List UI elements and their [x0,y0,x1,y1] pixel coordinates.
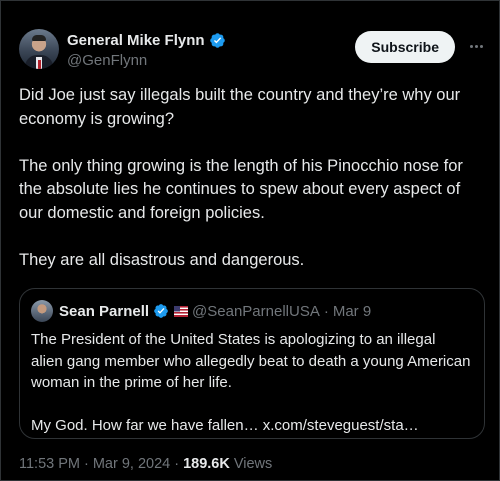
tweet-time[interactable]: 11:53 PM [19,456,80,472]
quoted-tweet-paragraph: My God. How far we have fallen… x.com/st… [31,417,419,434]
quoted-tweet-date: Mar 9 [332,302,372,320]
separator-dot: · [84,456,89,472]
quoted-tweet[interactable]: Sean Parnell @SeanParnellUSA · Mar 9 The… [19,288,485,439]
tweet-paragraph: They are all disastrous and dangerous. [19,250,305,269]
tweet-date[interactable]: Mar 9, 2024 [93,456,170,472]
author-display-name[interactable]: General Mike Flynn [67,32,205,49]
quoted-tweet-paragraph: The President of the United States is ap… [31,331,471,391]
us-flag-icon [174,305,189,317]
quoted-author-handle: @SeanParnellUSA [192,302,320,320]
views-count: 189.6K [183,456,230,472]
separator-dot: · [323,302,329,320]
tweet-header: General Mike Flynn @GenFlynn Subscribe [19,29,485,73]
author-names: General Mike Flynn @GenFlynn [67,30,226,69]
tweet-container: General Mike Flynn @GenFlynn Subscribe D… [0,0,500,481]
verified-badge-icon [154,304,168,318]
quoted-tweet-text: The President of the United States is ap… [31,329,471,458]
quoted-author-avatar [31,300,53,322]
tweet-paragraph: The only thing growing is the length of … [19,156,463,222]
tweet-paragraph: Did Joe just say illegals built the coun… [19,86,461,128]
verified-badge-icon [209,32,225,48]
more-horizontal-icon[interactable] [467,37,485,55]
subscribe-button[interactable]: Subscribe [355,31,455,63]
quoted-author-display-name: Sean Parnell [59,302,150,320]
author-avatar[interactable] [19,29,59,69]
author-handle[interactable]: @GenFlynn [67,52,226,69]
quoted-tweet-header: Sean Parnell @SeanParnellUSA · Mar 9 [31,300,371,322]
tweet-text: Did Joe just say illegals built the coun… [19,84,485,296]
views-label: Views [233,456,273,472]
separator-dot: · [174,456,180,472]
tweet-meta: 11:53 PM · Mar 9, 2024 · 189.6K Views [19,456,272,472]
